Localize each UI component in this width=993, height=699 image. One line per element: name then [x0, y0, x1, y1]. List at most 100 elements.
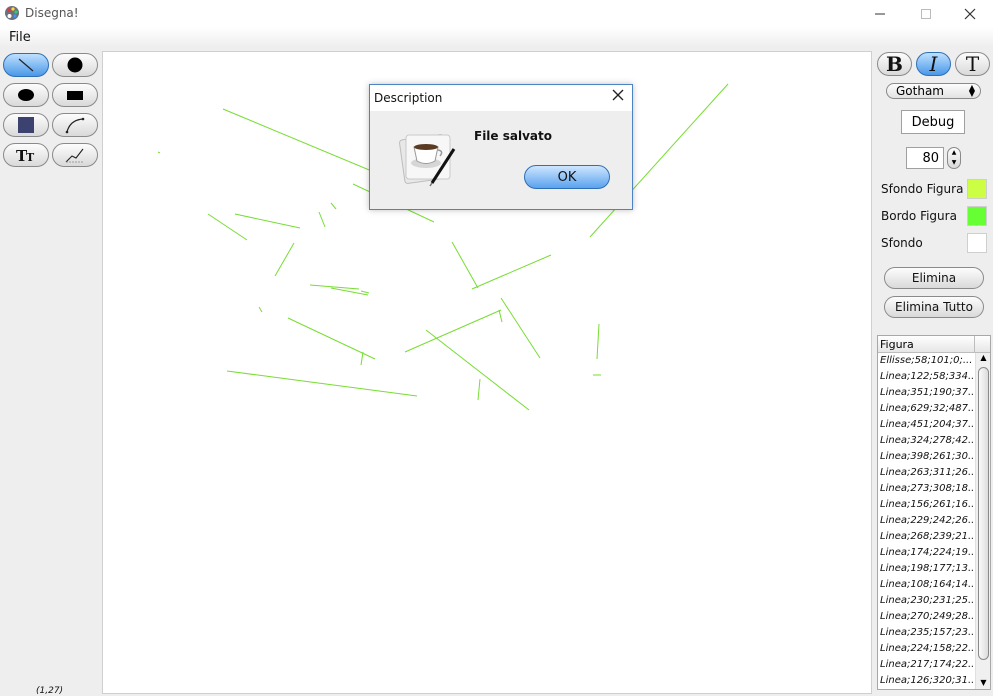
background-color-row: Sfondo [881, 233, 987, 253]
updown-arrows-icon: ▲ ▼ [968, 83, 975, 98]
minimize-button[interactable] [857, 0, 903, 27]
properties-panel: B I T Gotham ▲ ▼ Debug 80 ▲ ▼ Sfondo Figur… [873, 49, 993, 696]
font-select-value: Gotham [896, 84, 944, 98]
figure-list-row[interactable]: Linea;270;249;28... [878, 609, 974, 625]
dialog-message: File salvato [474, 129, 552, 143]
cursor-coordinates: (1,27) [36, 686, 64, 696]
curve-tool-button[interactable] [52, 113, 98, 137]
figure-column-header: Figura [880, 338, 914, 351]
figure-list[interactable]: Figura Ellisse;58;101;0;... Linea;122;58;… [877, 335, 991, 690]
ok-button[interactable]: OK [524, 165, 610, 189]
border-color-label: Bordo Figura [881, 209, 957, 223]
text-tool-button[interactable]: TT [3, 143, 49, 167]
close-icon [964, 8, 976, 19]
figure-list-row[interactable]: Ellisse;58;101;0;... [878, 353, 974, 369]
figure-list-row[interactable]: Linea;268;239;21... [878, 529, 974, 545]
drawn-line[interactable] [596, 323, 600, 360]
figure-list-row[interactable]: Linea;217;174;22... [878, 657, 974, 673]
app-window: Disegna! File TT (1,27) B I T Gotham ▲ ▼… [0, 0, 993, 696]
figure-list-row[interactable]: Linea;398;261;30... [878, 449, 974, 465]
figure-list-body: Ellisse;58;101;0;... Linea;122;58;334... L… [878, 353, 974, 689]
menu-bar: File [0, 27, 993, 47]
delete-button[interactable]: Elimina [884, 267, 984, 289]
dialog-close-icon[interactable] [612, 89, 624, 105]
drawn-line[interactable] [234, 213, 301, 229]
drawn-line[interactable] [318, 211, 326, 228]
filled-circle-tool-button[interactable] [52, 53, 98, 77]
rectangle-tool-button[interactable] [52, 83, 98, 107]
figure-list-row[interactable]: Linea;174;224;19... [878, 545, 974, 561]
polyline-tool-button[interactable] [52, 143, 98, 167]
fill-color-row: Sfondo Figura [881, 179, 987, 199]
figure-list-row[interactable]: Linea;629;32;487... [878, 401, 974, 417]
plain-text-button[interactable]: T [955, 52, 990, 76]
square-icon [18, 117, 34, 133]
figure-list-row[interactable]: Linea;273;308;18... [878, 481, 974, 497]
delete-all-button[interactable]: Elimina Tutto [884, 296, 984, 318]
figure-list-row[interactable]: Linea;263;311;26... [878, 465, 974, 481]
scroll-down-icon[interactable]: ▼ [976, 678, 990, 689]
curve-icon [65, 117, 85, 134]
drawn-line[interactable] [425, 329, 530, 411]
figure-list-row[interactable]: Linea;324;278;42... [878, 433, 974, 449]
figure-list-row[interactable]: Linea;230;231;25... [878, 593, 974, 609]
close-button[interactable] [947, 0, 993, 27]
background-color-label: Sfondo [881, 236, 923, 250]
scroll-thumb[interactable] [978, 367, 989, 660]
drawn-line[interactable] [451, 241, 479, 289]
drawn-line[interactable] [360, 290, 370, 294]
figure-list-row[interactable]: Linea;198;177;13... [878, 561, 974, 577]
maximize-button[interactable] [903, 0, 949, 27]
drawn-line[interactable] [330, 202, 337, 210]
text-input[interactable]: Debug [901, 110, 965, 134]
spinner-arrows-icon[interactable]: ▲ ▼ [947, 147, 961, 169]
font-size-field[interactable]: 80 [906, 147, 944, 169]
figure-list-row[interactable]: Linea;229;242;26... [878, 513, 974, 529]
drawn-line[interactable] [157, 151, 161, 154]
text-tool-icon: TT [16, 147, 35, 164]
line-icon [18, 58, 34, 72]
drawn-line[interactable] [404, 309, 502, 353]
dialog-title: Description [374, 91, 443, 105]
italic-button[interactable]: I [916, 52, 951, 76]
bold-button[interactable]: B [877, 52, 912, 76]
figure-list-row[interactable]: Linea;122;58;334... [878, 369, 974, 385]
ellipse-tool-button[interactable] [3, 83, 49, 107]
figure-list-row[interactable]: Linea;451;204;37... [878, 417, 974, 433]
message-dialog: Description File salvato OK [369, 84, 633, 210]
vertical-scrollbar[interactable]: ▲ ▼ [975, 353, 990, 689]
figure-list-row[interactable]: Linea;126;320;31... [878, 673, 974, 689]
square-tool-button[interactable] [3, 113, 49, 137]
window-title: Disegna! [25, 6, 79, 20]
coffee-cup-pen-icon [399, 134, 456, 187]
figure-list-row[interactable]: Linea;156;261;16... [878, 497, 974, 513]
fill-color-swatch[interactable] [967, 179, 987, 199]
figure-list-row[interactable]: Linea;235;157;23... [878, 625, 974, 641]
header-corner [974, 336, 990, 353]
drawn-line[interactable] [498, 309, 503, 323]
drawn-line[interactable] [274, 242, 295, 277]
polyline-icon [65, 148, 84, 163]
drawn-line[interactable] [360, 351, 364, 366]
drawn-line[interactable] [258, 306, 263, 313]
font-select[interactable]: Gotham ▲ ▼ [886, 83, 981, 99]
drawn-line[interactable] [500, 297, 541, 359]
line-tool-button[interactable] [3, 53, 49, 77]
drawn-line[interactable] [287, 317, 376, 360]
menu-file[interactable]: File [9, 30, 31, 45]
figure-list-row[interactable]: Linea;351;190;37... [878, 385, 974, 401]
figure-list-header: Figura [878, 336, 990, 353]
figure-list-row[interactable]: Linea;108;164;14... [878, 577, 974, 593]
background-color-swatch[interactable] [967, 233, 987, 253]
title-bar: Disegna! [0, 0, 993, 27]
scroll-up-icon[interactable]: ▲ [976, 353, 990, 365]
figure-list-row[interactable]: Linea;224;158;22... [878, 641, 974, 657]
drawn-line[interactable] [477, 378, 481, 401]
drawn-line[interactable] [226, 370, 418, 397]
dialog-title-bar: Description [370, 85, 632, 111]
drawn-line[interactable] [471, 254, 552, 290]
border-color-swatch[interactable] [967, 206, 987, 226]
font-size-spinner[interactable]: 80 ▲ ▼ [906, 147, 962, 169]
drawn-line[interactable] [207, 213, 248, 241]
svg-text:T: T [26, 151, 35, 164]
